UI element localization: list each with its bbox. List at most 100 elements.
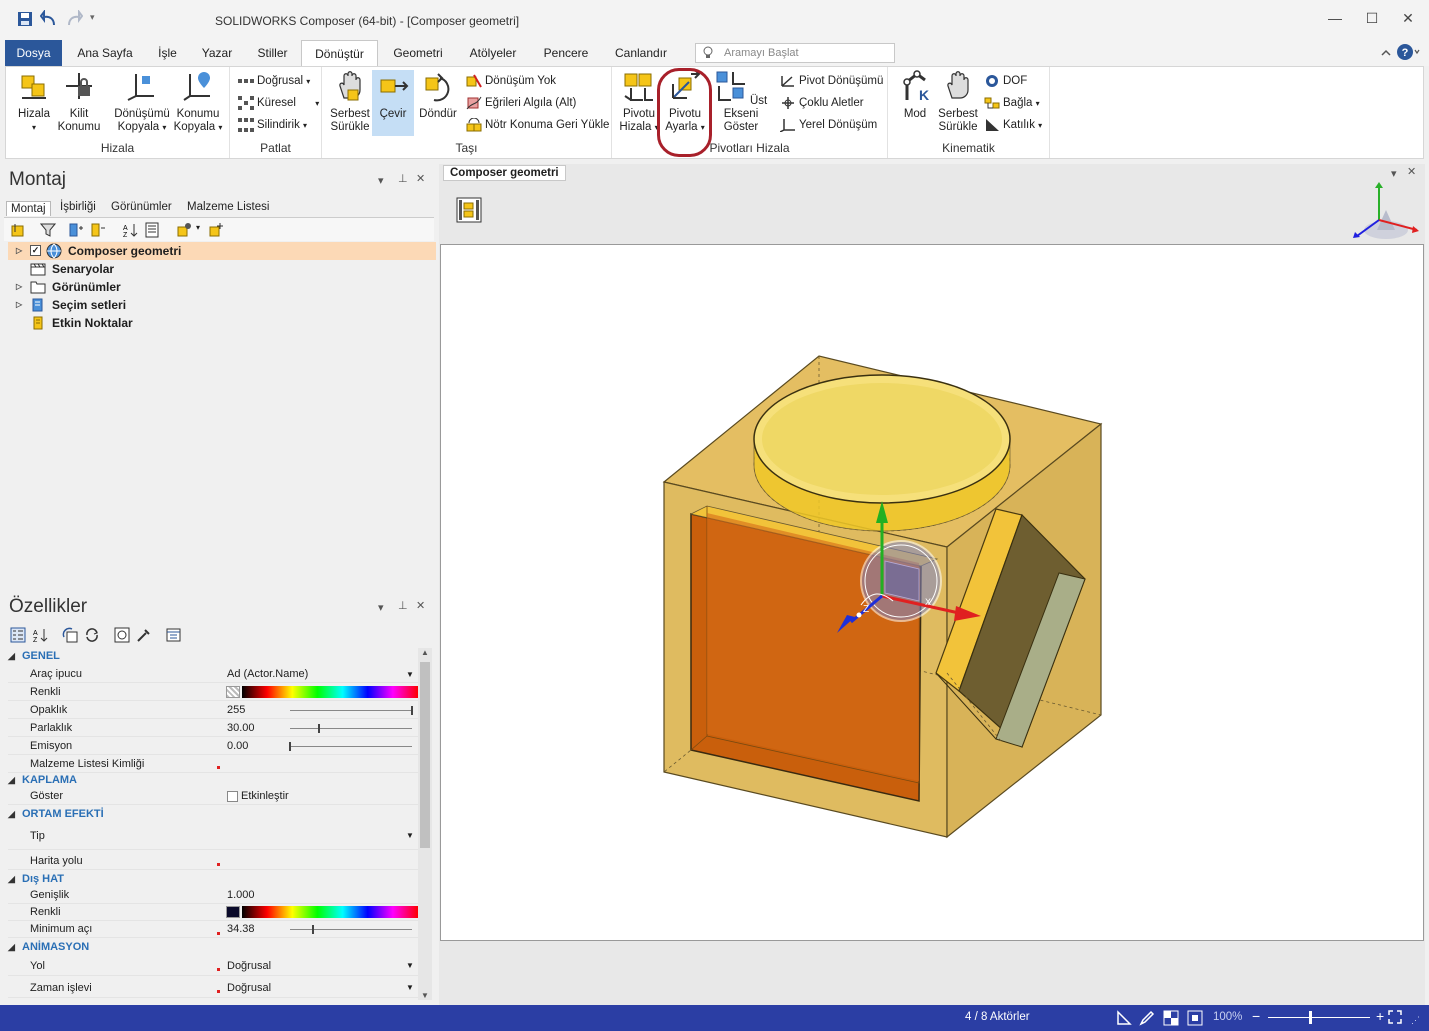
panel-menu-icon-2[interactable]: ▾ [378,601,384,614]
subtab-gorunumler[interactable]: Görünümler [111,201,172,213]
konumu-kopyala-button[interactable]: Konumu Kopyala ▾ [172,70,224,134]
actor-settings-icon[interactable] [208,222,224,238]
pivotu-hizala-button[interactable]: Pivotu Hizala ▾ [616,70,662,134]
collapse-ribbon-icon[interactable] [1380,48,1392,58]
subtab-malzeme-listesi[interactable]: Malzeme Listesi [187,201,269,213]
categorized-icon[interactable] [10,627,26,643]
tab-pencere[interactable]: Pencere [537,40,595,66]
prop-row-minimum-aci[interactable]: Minimum açı 34.38 [8,921,418,938]
resize-grip-icon[interactable]: ⋰ [1411,1015,1420,1026]
color-swatch-2[interactable] [226,906,240,918]
properties-list-icon[interactable] [144,222,160,238]
slider-track[interactable] [290,746,412,747]
tree-row-senaryolar[interactable]: Senaryolar [8,260,436,278]
kuresel-button[interactable]: Küresel ▾ [238,93,319,113]
expand-arrow-icon[interactable]: ▷ [16,296,22,314]
maximize-icon[interactable]: ☐ [1362,9,1382,27]
apply-default-icon[interactable] [62,627,78,643]
checker-icon[interactable] [1163,1010,1179,1026]
slider-thumb[interactable] [318,724,321,733]
fullscreen-icon[interactable] [1388,1010,1402,1024]
slider-thumb[interactable] [312,925,315,934]
tab-stiller[interactable]: Stiller [250,40,295,66]
subtab-montaj[interactable]: Montaj [6,201,51,216]
expand-arrow-icon[interactable]: ▷ [16,278,22,296]
tab-yazar[interactable]: Yazar [197,40,237,66]
sort-az-icon-2[interactable]: AZ [32,627,48,643]
bagla-button[interactable]: Bağla ▾ [984,93,1040,113]
prop-row-harita-yolu[interactable]: Harita yolu [8,853,418,870]
select-icon[interactable] [10,222,26,238]
search-input[interactable]: Aramayı Başlat [695,43,895,63]
yerel-donusum-button[interactable]: Yerel Dönüşüm [780,115,877,135]
close-icon[interactable]: ✕ [1398,9,1418,27]
dropdown-arrow-icon[interactable]: ▼ [406,956,414,976]
zoom-slider-track[interactable] [1268,1017,1370,1018]
prop-row-arac-ipucu[interactable]: Araç ipucu Ad (Actor.Name) ▼ [8,666,418,683]
panel-menu-icon[interactable]: ▾ [378,174,384,187]
tree-row-etkin-noktalar[interactable]: Etkin Noktalar [8,314,436,332]
donusumu-kopyala-button[interactable]: Dönüşümü Kopyala ▾ [114,70,170,134]
panel-close-icon-2[interactable]: ✕ [416,599,425,612]
color-gradient[interactable] [242,686,418,698]
section-animasyon[interactable]: ◢ ANİMASYON [8,939,89,955]
prop-row-zaman-islevi[interactable]: Zaman işlevi Doğrusal ▼ [8,978,418,998]
property-sheet-icon[interactable] [166,627,182,643]
coklu-aletler-button[interactable]: Çoklu Aletler [780,93,864,113]
prop-row-yol[interactable]: Yol Doğrusal ▼ [8,956,418,976]
prop-row-renkli[interactable]: Renkli [8,684,418,701]
expand-arrow-icon[interactable]: ▷ [16,242,22,260]
zoom-slider-thumb[interactable] [1309,1011,1312,1024]
scroll-down-icon[interactable]: ▼ [421,991,429,1000]
notr-konuma-button[interactable]: Nötr Konuma Geri Yükle [466,115,609,135]
fit-view-icon[interactable] [1187,1010,1203,1026]
prop-row-genislik[interactable]: Genişlik 1.000 [8,887,418,904]
zoom-in-icon[interactable]: + [1376,1008,1384,1024]
tab-geometri[interactable]: Geometri [388,40,448,66]
section-dis-hat[interactable]: ◢ Dış HAT [8,871,64,887]
customize-icon[interactable]: ▾ [90,12,95,23]
redo-icon[interactable] [65,10,83,28]
serbest-surukle-button[interactable]: Serbest Sürükle [328,70,372,134]
hizala-button[interactable]: Hizala ▾ [12,70,56,134]
subtab-isbirligi[interactable]: İşbirliği [60,201,96,213]
color-gradient-2[interactable] [242,906,418,918]
actor-options-dropdown-icon[interactable]: ▾ [196,223,200,232]
prop-row-emisyon[interactable]: Emisyon 0.00 [8,738,418,755]
dropdown-arrow-icon[interactable]: ▼ [406,822,414,850]
model-render[interactable]: Z X [441,245,1425,942]
dogrusal-button[interactable]: Doğrusal ▾ [238,71,310,91]
checkbox[interactable] [227,791,238,802]
viewport-tab[interactable]: Composer geometri [443,165,566,181]
viewport-close-icon[interactable]: ✕ [1407,165,1416,178]
minimize-icon[interactable]: — [1325,9,1345,27]
3d-canvas[interactable]: Z X [440,244,1424,941]
tab-canlandir[interactable]: Canlandır [608,40,674,66]
filmstrip-icon[interactable] [455,196,483,224]
kinematik-serbest-surukle-button[interactable]: Serbest Sürükle [936,70,980,134]
zoom-out-icon[interactable]: − [1252,1008,1260,1024]
section-ortam-efekti[interactable]: ◢ ORTAM EFEKTİ [8,806,104,822]
tab-isle[interactable]: İşle [150,40,185,66]
undo-icon[interactable] [40,10,58,28]
color-swatch[interactable] [226,686,240,698]
collapse-icon[interactable] [90,222,106,238]
measure-icon[interactable] [1116,1010,1132,1026]
pin-icon[interactable]: ⊥ [398,172,408,185]
tree-row-gorunumler[interactable]: ▷ Görünümler [8,278,436,296]
actor-options-icon[interactable] [176,222,192,238]
refresh-icon[interactable] [84,627,100,643]
axis-triad-icon[interactable] [1349,180,1423,244]
reset-icon[interactable] [114,627,130,643]
help-icon[interactable]: ? [1396,43,1420,61]
donusum-yok-button[interactable]: Dönüşüm Yok [466,71,556,91]
dropdown-arrow-icon[interactable]: ▼ [406,666,414,683]
prop-row-opaklik[interactable]: Opaklık 255 [8,702,418,719]
scroll-up-icon[interactable]: ▲ [421,648,429,657]
kilit-konumu-button[interactable]: Kilit Konumu [56,70,102,134]
egrileri-algila-button[interactable]: Eğrileri Algıla (Alt) [466,93,576,113]
pencil-icon[interactable] [1139,1010,1155,1026]
pin-icon-2[interactable]: ⊥ [398,599,408,612]
cevir-button[interactable]: Çevir [372,70,414,136]
sort-az-icon[interactable]: AZ [122,222,138,238]
